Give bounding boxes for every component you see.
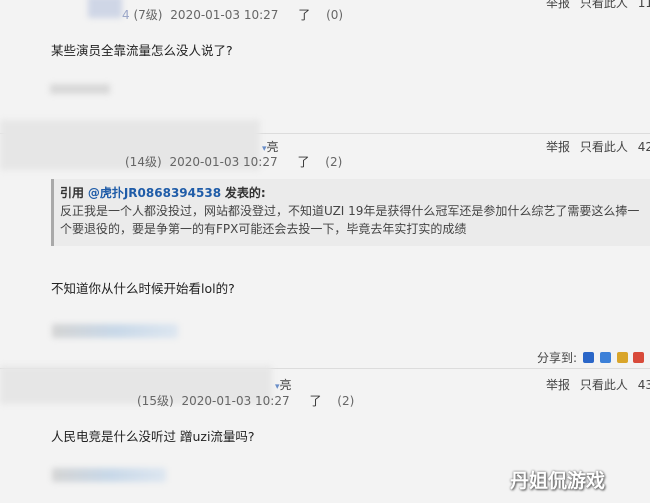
floor-number: 11楼 [637, 0, 650, 10]
post-name-suffix: ▾亮 [275, 376, 292, 393]
quote-prefix: 引用 [60, 186, 85, 200]
user-level: (15级) [137, 394, 174, 408]
only-this-user-link[interactable]: 只看此人 [580, 140, 628, 154]
reply-label[interactable]: 了 [297, 153, 309, 170]
reply-label[interactable]: 了 [298, 6, 310, 23]
share-weibo-icon[interactable] [599, 352, 611, 363]
signature-blur [50, 84, 110, 94]
quote-author-link[interactable]: @虎扑JR0868394538 [88, 186, 221, 200]
reply-count[interactable]: (0) [326, 8, 343, 22]
share-bar: 分享到: [537, 349, 650, 366]
username-suffix[interactable]: 亮 [280, 376, 292, 393]
quote-block: 引用 @虎扑JR0868394538 发表的: 反正我是一个人都没投过，网站都没… [51, 179, 650, 246]
post-date: 2020-01-03 10:27 [181, 394, 290, 408]
post-tools: 举报 只看此人 11楼 [546, 0, 650, 11]
report-link[interactable]: 举报 [546, 0, 570, 10]
only-this-user-link[interactable]: 只看此人 [580, 0, 628, 10]
post-date: 2020-01-03 10:27 [169, 155, 278, 169]
reply-label[interactable]: 了 [309, 392, 321, 409]
watermark: 丹姐侃游戏 [510, 470, 606, 492]
floor-number: 42楼 [637, 140, 650, 154]
quote-text: 反正我是一个人都没投过，网站都没登过，不知道UZI 19年是获得什么冠军还是参加… [60, 204, 640, 236]
user-level: (14级) [125, 155, 162, 169]
share-renren-icon[interactable] [633, 352, 645, 363]
post-meta: 4 (7级) 2020-01-03 10:27 了 (0) [122, 6, 343, 23]
signature-blur [52, 468, 166, 482]
avatar-blur [88, 0, 122, 18]
quote-header: 引用 @虎扑JR0868394538 发表的: [60, 184, 650, 202]
share-qzone-icon[interactable] [582, 352, 594, 363]
post-tools: 举报 只看此人 42楼 [546, 138, 650, 155]
share-douban-icon[interactable] [616, 352, 628, 363]
quote-suffix: 发表的: [224, 186, 266, 200]
reply-count[interactable]: (2) [325, 155, 342, 169]
post-tools: 举报 只看此人 43楼 [546, 376, 650, 393]
signature-blur [52, 324, 178, 338]
report-link[interactable]: 举报 [546, 140, 570, 154]
user-level: 4 [122, 8, 130, 22]
post-meta: (14级) 2020-01-03 10:27 了 (2) [125, 153, 342, 170]
post-meta: (15级) 2020-01-03 10:27 了 (2) [137, 392, 354, 409]
post-content: 某些演员全靠流量怎么没人说了? [51, 43, 233, 58]
report-link[interactable]: 举报 [546, 378, 570, 392]
post-content: 不知道你从什么时候开始看lol的? [51, 281, 235, 296]
share-label: 分享到: [537, 351, 578, 365]
user-level: (7级) [133, 8, 163, 22]
reply-count[interactable]: (2) [337, 394, 354, 408]
only-this-user-link[interactable]: 只看此人 [580, 378, 628, 392]
post-date: 2020-01-03 10:27 [170, 8, 279, 22]
floor-number: 43楼 [637, 378, 650, 392]
post-content: 人民电竞是什么没听过 蹭uzi流量吗? [51, 429, 255, 444]
